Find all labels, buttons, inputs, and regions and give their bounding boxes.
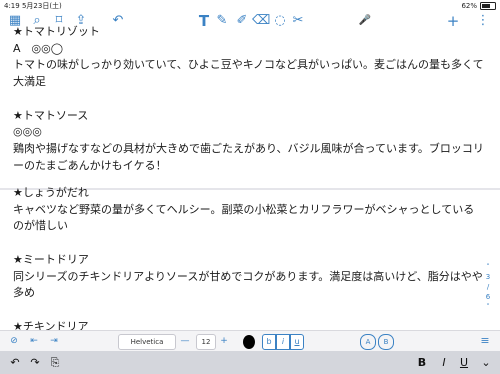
status-date: 5月23日(土) xyxy=(21,2,62,10)
indent-right-icon[interactable]: ⇥ xyxy=(48,334,60,348)
style-a-icon[interactable]: A xyxy=(360,334,376,350)
note-page-1[interactable]: ★トマトリゾット A ◎◎◯ トマトの味がしっかり効いていて、ひよこ豆やキノコな… xyxy=(0,25,500,188)
key-italic[interactable]: I xyxy=(438,351,450,374)
page-current: 3 xyxy=(485,273,491,281)
page-total: 6 xyxy=(485,293,491,301)
font-size-field[interactable]: 12 xyxy=(196,334,216,350)
page-1-text[interactable]: ★トマトリゾット A ◎◎◯ トマトの味がしっかり効いていて、ひよこ豆やキノコな… xyxy=(13,24,485,174)
page-indicator: ˄ 3 / 6 ˅ xyxy=(482,262,494,312)
check-icon[interactable]: ⊘ xyxy=(8,334,20,348)
page-up-icon[interactable]: ˄ xyxy=(482,262,494,272)
list-icon[interactable]: ≡ xyxy=(478,334,492,348)
keyboard-shortcut-bar: ↶ ↷ ⎘ B I U ⌄ xyxy=(0,351,500,374)
status-time: 4:19 xyxy=(4,2,20,10)
status-time-date: 4:19 5月23日(土) xyxy=(4,0,62,12)
text-color-swatch[interactable] xyxy=(243,335,255,349)
status-bar: 4:19 5月23日(土) 62% xyxy=(0,0,500,12)
key-underline[interactable]: U xyxy=(458,351,470,374)
style-b-icon[interactable]: B xyxy=(378,334,394,350)
font-size-increase[interactable]: + xyxy=(218,334,230,348)
key-undo-icon[interactable]: ↶ xyxy=(8,351,22,374)
key-paste-icon[interactable]: ⎘ xyxy=(48,351,62,374)
key-redo-icon[interactable]: ↷ xyxy=(28,351,42,374)
indent-left-icon[interactable]: ⇤ xyxy=(28,334,40,348)
key-bold[interactable]: B xyxy=(416,351,428,374)
page-down-icon[interactable]: ˅ xyxy=(482,302,494,312)
note-page-2[interactable]: ★しょうがだれ キャベツなど野菜の量が多くてヘルシー。副菜の小松菜とカリフラワー… xyxy=(0,186,500,366)
page-divider-slash: / xyxy=(486,283,490,291)
bold-toggle[interactable]: b xyxy=(262,334,276,350)
battery-percent: 62% xyxy=(461,2,477,10)
underline-toggle[interactable]: u xyxy=(290,334,304,350)
font-size-decrease[interactable]: — xyxy=(178,334,192,348)
keyboard-dismiss-icon[interactable]: ⌄ xyxy=(480,351,492,374)
text-format-bar: ⊘ ⇤ ⇥ Helvetica Neue — 12 + b i u A B ≡ xyxy=(0,330,500,360)
battery-icon xyxy=(480,2,496,10)
italic-toggle[interactable]: i xyxy=(276,334,290,350)
font-selector[interactable]: Helvetica Neue xyxy=(118,334,176,360)
